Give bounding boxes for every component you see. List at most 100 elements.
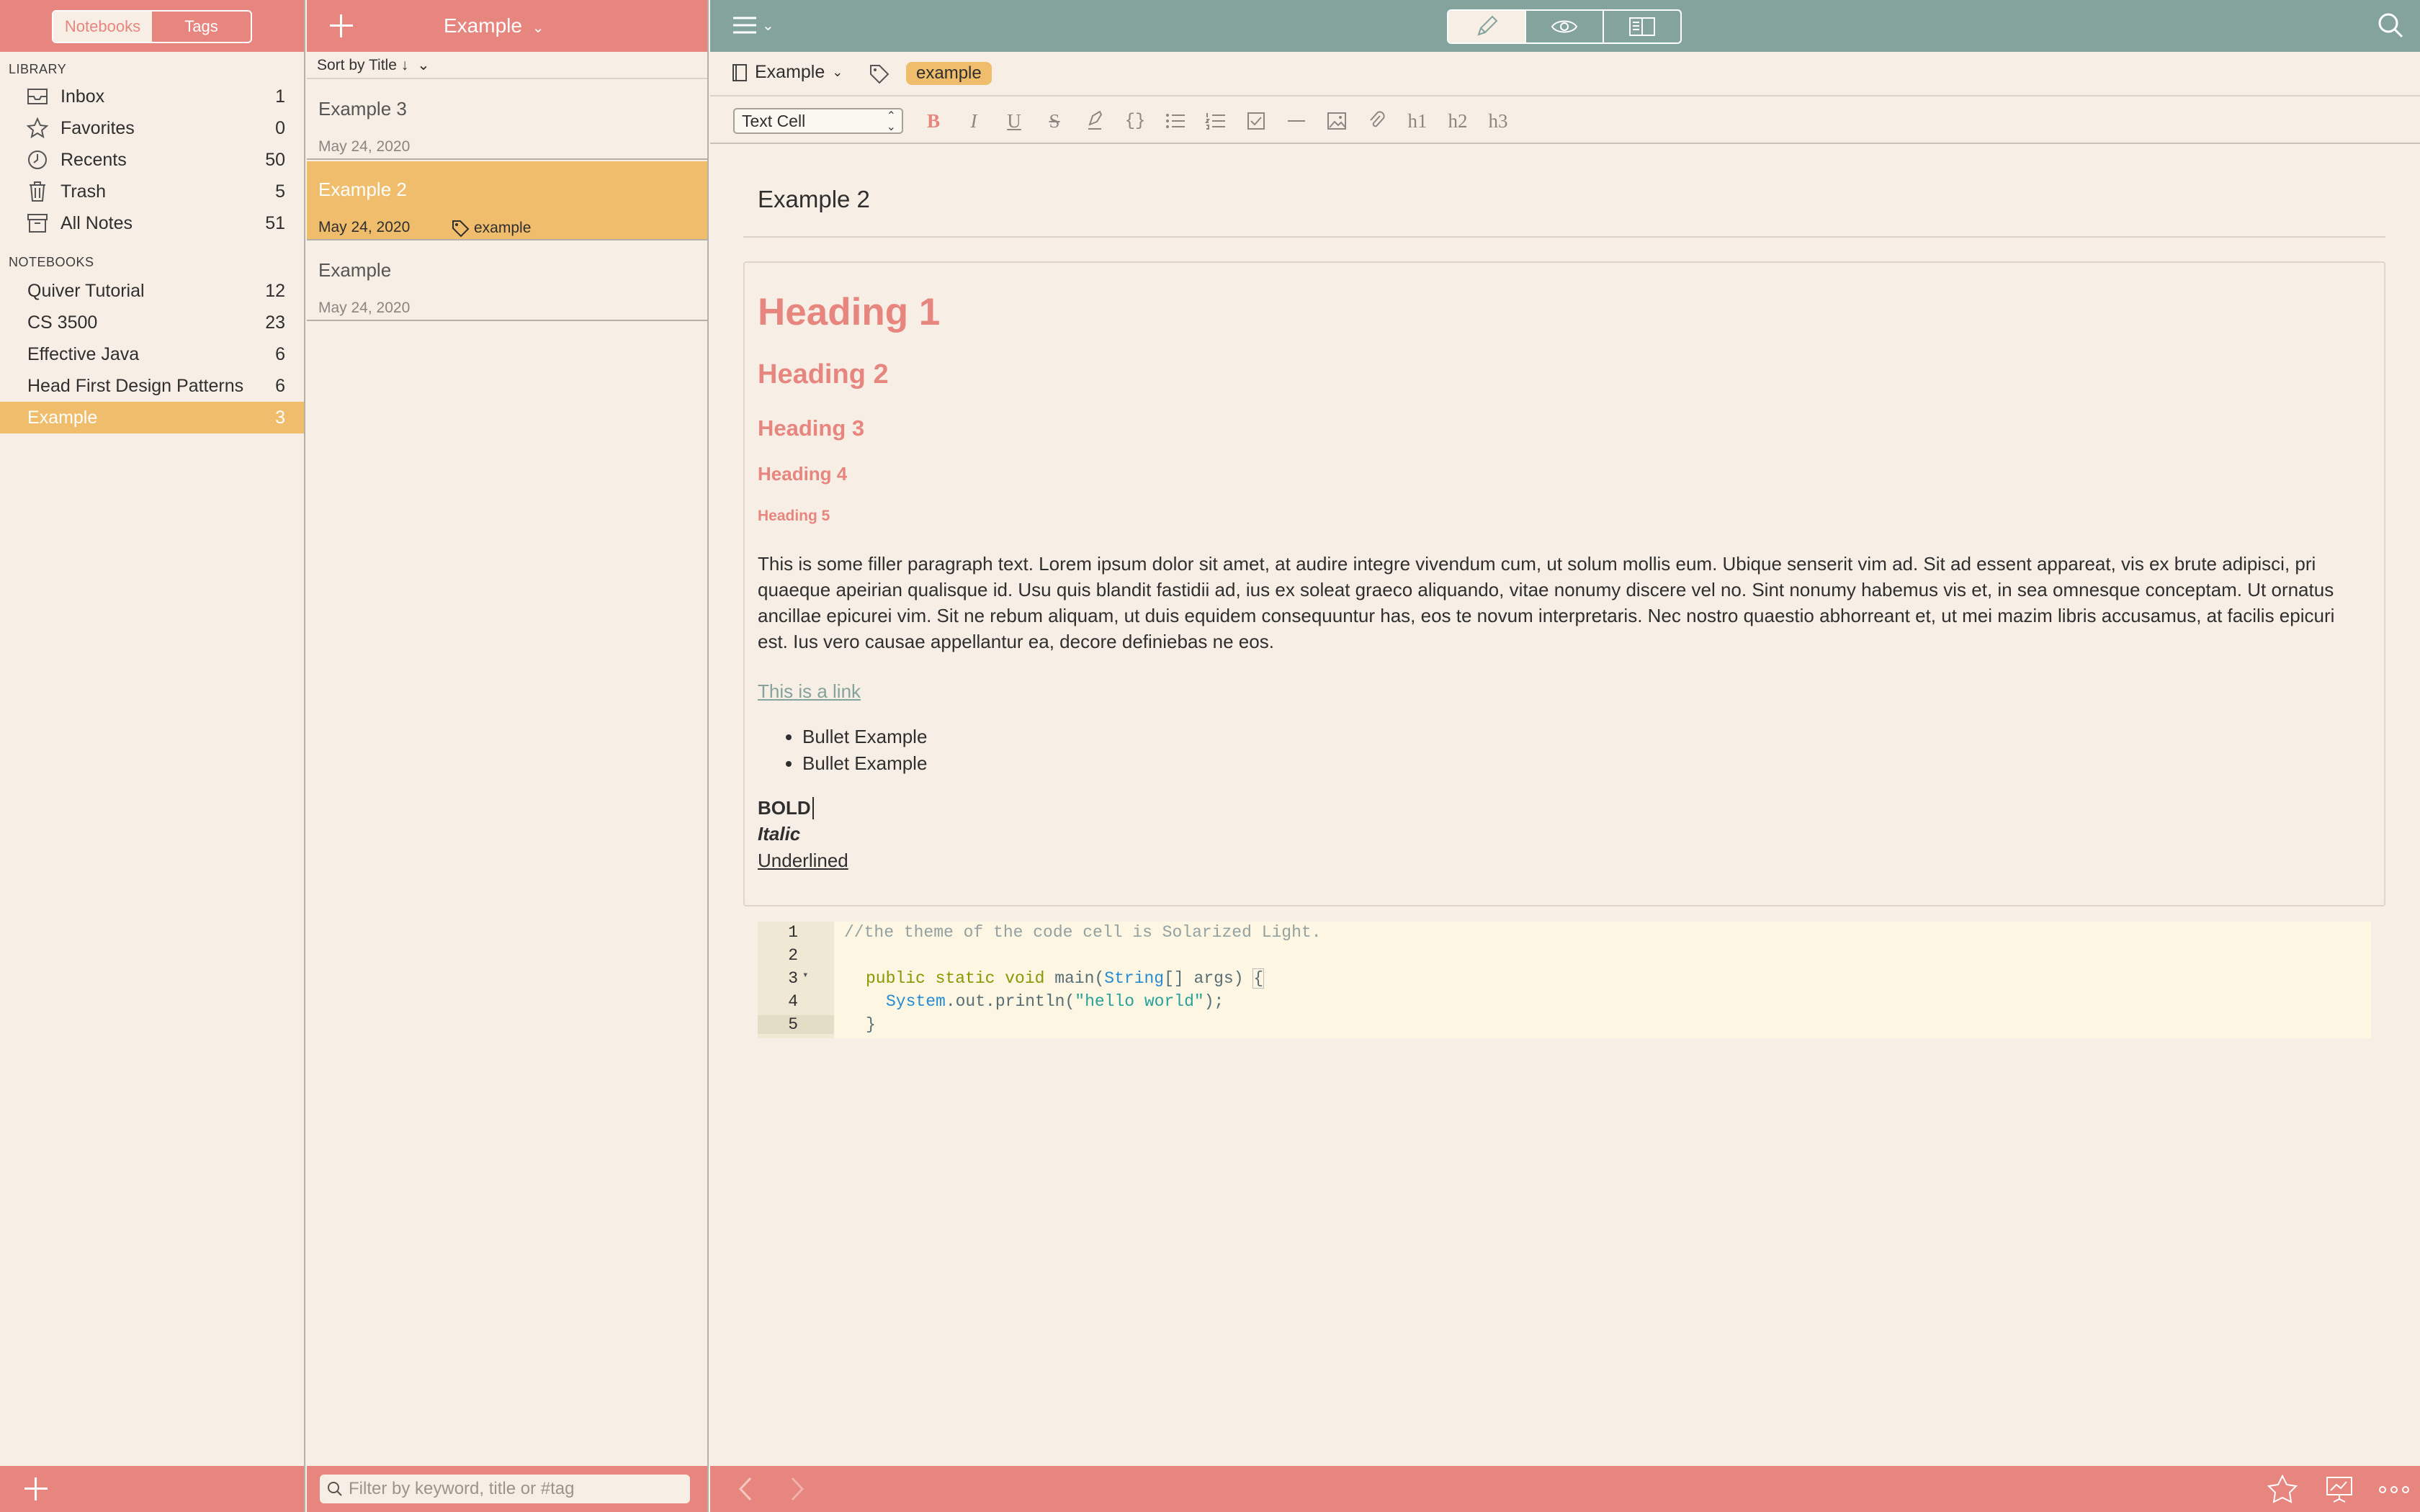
bold-text: BOLD (758, 797, 814, 819)
sidebar-item-inbox[interactable]: Inbox 1 (0, 81, 304, 112)
sort-label: Sort by Title ↓ (317, 57, 409, 73)
back-button[interactable] (738, 1476, 755, 1506)
add-tag-button[interactable] (869, 63, 890, 89)
split-mode-button[interactable] (1604, 11, 1680, 42)
eye-icon (1551, 20, 1578, 33)
note-date: May 24, 2020 (318, 300, 411, 316)
highlighter-icon (1088, 110, 1103, 130)
bullet-list: Bullet Example Bullet Example (802, 724, 927, 777)
highlight-button[interactable] (1080, 107, 1109, 135)
inline-code-button[interactable]: {} (1121, 107, 1150, 135)
code-signature: public static void main(String[] args) { (866, 968, 1265, 989)
search-button[interactable] (2377, 12, 2404, 42)
split-view-icon (1629, 17, 1655, 36)
sidebar-notebook-effective-java[interactable]: Effective Java 6 (0, 338, 304, 370)
notebook-selector[interactable]: Example ⌄ (732, 62, 843, 83)
checklist-button[interactable] (1242, 107, 1270, 135)
edit-mode-button[interactable] (1448, 11, 1526, 42)
sidebar-item-count: 1 (275, 86, 285, 107)
strikethrough-button[interactable]: S (1040, 107, 1069, 135)
menu-button[interactable]: ⌄ (732, 14, 774, 36)
tag-icon (452, 220, 470, 238)
more-button[interactable] (2378, 1485, 2410, 1498)
presentation-button[interactable] (2325, 1475, 2354, 1507)
checklist-icon (1247, 112, 1265, 130)
library-section-label: LIBRARY (9, 62, 67, 76)
italic-button[interactable]: I (959, 107, 988, 135)
note-tag-label: example (474, 220, 532, 236)
sidebar-header: Notebooks Tags (0, 0, 304, 52)
favorite-button[interactable] (2267, 1474, 2298, 1507)
cell-type-select[interactable]: Text Cell ⌃ ⌄ (733, 108, 903, 134)
text-cell[interactable]: Heading 1 Heading 2 Heading 3 Heading 4 … (743, 261, 2385, 906)
add-notebook-button[interactable] (23, 1476, 49, 1502)
insert-image-button[interactable] (1322, 107, 1351, 135)
forward-button[interactable] (788, 1476, 805, 1506)
image-icon (1327, 112, 1346, 130)
note-title: Example 3 (318, 98, 407, 120)
numbered-list-button[interactable] (1201, 107, 1230, 135)
code-cell[interactable]: 1 2 3 ▾ 4 5 //the theme of the code cell… (758, 922, 2371, 1038)
sidebar-notebook-cs-3500[interactable]: CS 3500 23 (0, 307, 304, 338)
heading-2: Heading 2 (758, 359, 889, 390)
note-item-example[interactable]: Example May 24, 2020 (307, 242, 707, 321)
notebooks-section-label: NOTEBOOKS (9, 255, 94, 269)
search-icon (328, 1482, 342, 1496)
notebook-title: Example (444, 14, 522, 37)
sidebar-notebook-example[interactable]: Example 3 (0, 402, 304, 433)
sidebar-item-all-notes[interactable]: All Notes 51 (0, 207, 304, 239)
heading-5: Heading 5 (758, 508, 830, 524)
attach-file-button[interactable] (1363, 107, 1392, 135)
notebook-title-dropdown[interactable]: Example ⌄ (444, 14, 544, 37)
line-number: 3 (788, 969, 798, 988)
underline-button[interactable]: U (1000, 107, 1028, 135)
preview-mode-button[interactable] (1526, 11, 1604, 42)
editor-footer (710, 1466, 2420, 1512)
italic-text: Italic (758, 823, 801, 845)
sidebar-item-label: Recents (60, 149, 127, 170)
line-number: 1 (788, 923, 798, 942)
stepper-arrows-icon: ⌃ ⌄ (886, 110, 896, 133)
sidebar-item-label: Trash (60, 181, 106, 202)
fold-arrow-icon[interactable]: ▾ (802, 969, 808, 981)
bold-button[interactable]: B (919, 107, 948, 135)
sidebar-item-label: Favorites (60, 117, 135, 138)
note-title-field[interactable]: Example 2 (743, 167, 2385, 238)
sidebar-item-favorites[interactable]: Favorites 0 (0, 112, 304, 144)
pencil-icon (1477, 15, 1498, 36)
sidebar-notebook-head-first[interactable]: Head First Design Patterns 6 (0, 370, 304, 402)
example-link[interactable]: This is a link (758, 680, 861, 703)
notebook-selector-label: Example (755, 62, 825, 82)
filter-placeholder: Filter by keyword, title or #tag (349, 1479, 575, 1498)
sort-dropdown[interactable]: Sort by Title ↓ ⌄ (307, 52, 707, 79)
heading-1-button[interactable]: h1 (1403, 107, 1432, 135)
note-item-example-2[interactable]: Example 2 May 24, 2020 example (307, 161, 707, 240)
sidebar-notebook-quiver-tutorial[interactable]: Quiver Tutorial 12 (0, 275, 304, 307)
chevron-left-icon (738, 1477, 752, 1501)
sidebar-item-label: Inbox (60, 86, 105, 107)
heading-2-button[interactable]: h2 (1443, 107, 1472, 135)
note-item-example-3[interactable]: Example 3 May 24, 2020 (307, 81, 707, 160)
notebook-label: CS 3500 (27, 312, 98, 333)
presentation-icon (2326, 1477, 2352, 1503)
heading-3-button[interactable]: h3 (1484, 107, 1512, 135)
chevron-right-icon (791, 1477, 805, 1501)
sidebar-item-trash[interactable]: Trash 5 (0, 176, 304, 207)
notebook-icon (732, 63, 747, 81)
view-mode-toggle (1447, 9, 1682, 44)
tab-tags[interactable]: Tags (152, 12, 251, 42)
note-date: May 24, 2020 (318, 138, 411, 155)
note-title-text: Example 2 (758, 186, 870, 212)
bullet-list-button[interactable] (1161, 107, 1190, 135)
notebook-label: Effective Java (27, 343, 140, 364)
tab-notebooks[interactable]: Notebooks (53, 12, 152, 42)
filter-input[interactable]: Filter by keyword, title or #tag (320, 1475, 690, 1503)
ellipsis-icon (2379, 1486, 2409, 1493)
note-tag-pill[interactable]: example (906, 62, 992, 85)
cell-type-value: Text Cell (742, 112, 806, 130)
notebook-count: 12 (265, 280, 285, 301)
sidebar-item-recents[interactable]: Recents 50 (0, 144, 304, 176)
new-note-button[interactable] (328, 13, 354, 39)
horizontal-rule-button[interactable] (1282, 107, 1311, 135)
code-close: } (866, 1015, 876, 1034)
